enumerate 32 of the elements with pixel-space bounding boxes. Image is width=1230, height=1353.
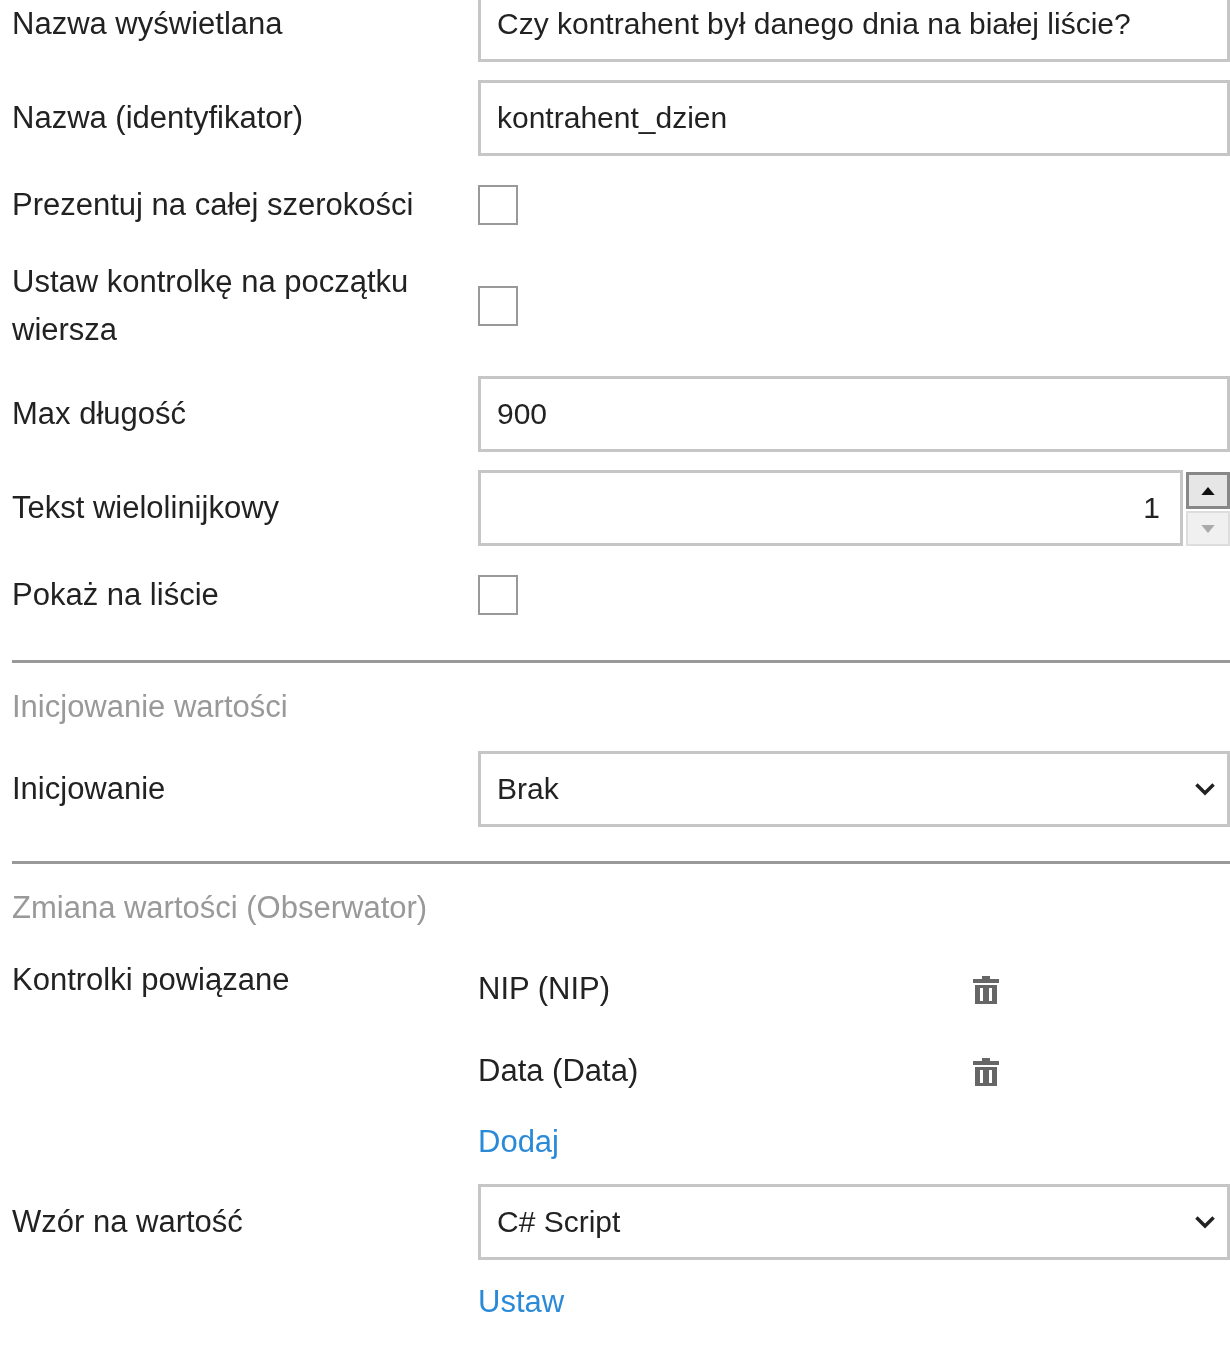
down-arrow-icon: [1201, 524, 1215, 533]
chevron-down-icon: [1195, 782, 1215, 796]
field-label: Kontrolki powiązane: [12, 961, 291, 999]
linked-control: NIP (NIP): [478, 971, 972, 1007]
field-label: Nazwa wyświetlana: [12, 5, 284, 43]
dropdown[interactable]: Brak: [478, 751, 1230, 827]
up-arrow-icon: [1201, 486, 1215, 495]
field-label: Tekst wielolinijkowy: [12, 489, 281, 527]
linked-control: Data (Data): [478, 1053, 972, 1089]
checkbox[interactable]: [478, 575, 518, 615]
set-link[interactable]: Ustaw: [478, 1278, 565, 1326]
text-field[interactable]: Czy kontrahent był danego dnia na białej liście?: [478, 0, 1230, 62]
section-heading: Inicjowanie wartości: [12, 689, 289, 725]
field-label: Nazwa (identyfikator): [12, 99, 305, 137]
field-label: Ustaw kontrolkę na początku wiersza: [12, 263, 410, 349]
trash-icon[interactable]: [972, 974, 1000, 1004]
field-label: Max długość: [12, 395, 188, 433]
number-field[interactable]: 1: [478, 470, 1183, 546]
field-label: Inicjowanie: [12, 770, 167, 808]
text-field[interactable]: 900: [478, 376, 1230, 452]
field-label: Prezentuj na całej szerokości: [12, 186, 415, 224]
chevron-down-icon: [1195, 1215, 1215, 1229]
field-label: Wzór na wartość: [12, 1203, 244, 1241]
section-heading: Zmiana wartości (Obserwator): [12, 890, 429, 926]
trash-icon[interactable]: [972, 1056, 1000, 1086]
checkbox[interactable]: [478, 185, 518, 225]
text-field[interactable]: kontrahent_dzien: [478, 80, 1230, 156]
field-label: Pokaż na liście: [12, 576, 220, 614]
increment-button[interactable]: [1186, 472, 1230, 509]
dropdown[interactable]: C# Script: [478, 1184, 1230, 1260]
add-link[interactable]: Dodaj: [478, 1118, 559, 1166]
checkbox[interactable]: [478, 286, 518, 326]
